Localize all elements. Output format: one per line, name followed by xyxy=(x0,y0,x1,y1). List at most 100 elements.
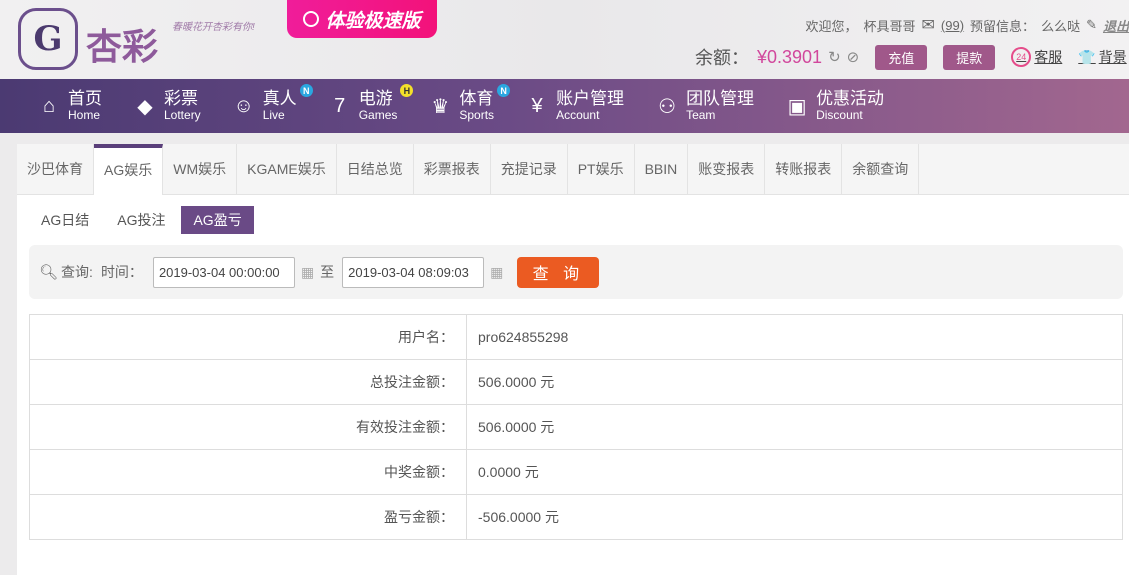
tab-item[interactable]: 沙巴体育 xyxy=(17,144,94,194)
nav-badge: H xyxy=(400,84,414,97)
search-icon: 🔍︎ xyxy=(39,264,59,281)
trophy-icon: ♛ xyxy=(431,95,450,118)
tab-item[interactable]: AG娱乐 xyxy=(94,144,164,195)
nav-item-sports[interactable]: ♛ 体育 Sports N xyxy=(427,79,511,133)
subtab-item[interactable]: AG盈亏 xyxy=(181,206,254,234)
balance-row: 余额： ¥0.3901 ↻ ⊘ 充值 提款 24 客服 👕 背景 xyxy=(695,44,1127,70)
tab-item[interactable]: 余额查询 xyxy=(842,144,920,194)
row-value: 0.0000 元 xyxy=(466,449,1123,495)
time-label: 时间： xyxy=(100,264,143,280)
row-label: 有效投注金额： xyxy=(29,404,467,450)
subtab-item[interactable]: AG投注 xyxy=(105,206,177,234)
tab-item[interactable]: BBIN xyxy=(635,144,689,194)
calendar-icon[interactable]: ▦ xyxy=(301,264,314,281)
row-label: 中奖金额： xyxy=(29,449,467,495)
to-label: 至 xyxy=(320,264,335,280)
background-link[interactable]: 👕 背景 xyxy=(1078,47,1126,67)
gift-icon: ▣ xyxy=(787,95,807,118)
tab-item[interactable]: WM娱乐 xyxy=(163,144,238,194)
row-label: 盈亏金额： xyxy=(29,494,467,540)
query-bar: 🔍︎ 查询: 时间： ▦ 至 ▦ 查 询 xyxy=(29,245,1123,299)
table-row: 盈亏金额： -506.0000 元 xyxy=(29,494,1123,540)
speed-label: 体验极速版 xyxy=(325,10,421,32)
balance-value: ¥0.3901 xyxy=(757,46,823,67)
recharge-button[interactable]: 充值 xyxy=(875,44,928,70)
mail-icon[interactable]: ✉ xyxy=(922,15,935,35)
user-info: 欢迎您， 杯具哥哥 ✉ (99) 预留信息： 么么哒 ✎ 退出 xyxy=(805,15,1129,35)
nav-sublabel: Lottery xyxy=(164,108,201,122)
nav-label: 体育 xyxy=(459,89,494,108)
table-row: 有效投注金额： 506.0000 元 xyxy=(29,404,1123,450)
tab-item[interactable]: 日结总览 xyxy=(337,144,414,194)
hide-eye-icon[interactable]: ⊘ xyxy=(847,48,860,66)
rocket-icon xyxy=(303,11,320,27)
tab-item[interactable]: 彩票报表 xyxy=(414,144,491,194)
speed-version-button[interactable]: 体验极速版 xyxy=(287,0,437,38)
ticket-icon: ◆ xyxy=(137,95,153,118)
nav-sublabel: Home xyxy=(68,108,101,122)
headset-icon: 24 xyxy=(1011,47,1032,67)
nav-sublabel: Sports xyxy=(459,108,495,122)
edit-icon[interactable]: ✎ xyxy=(1086,17,1097,33)
row-value: 506.0000 元 xyxy=(466,359,1123,405)
reserved-value: 么么哒 xyxy=(1041,18,1081,34)
nav-item-live[interactable]: ☺ 真人 Live N xyxy=(231,79,313,133)
team-icon: ⚇ xyxy=(658,95,677,118)
main-nav: ⌂ 首页 Home ◆ 彩票 Lottery ☺ 真人 Live N 7 电游 Games H ♛ 体育 Spo… xyxy=(0,79,1129,133)
nav-label: 真人 xyxy=(262,89,297,108)
nav-label: 彩票 xyxy=(164,89,198,108)
nav-sublabel: Team xyxy=(686,108,716,122)
tab-item[interactable]: 转账报表 xyxy=(765,144,843,194)
nav-sublabel: Games xyxy=(358,108,398,122)
tab-item[interactable]: 账变报表 xyxy=(688,144,766,194)
service-link[interactable]: 24 客服 xyxy=(1011,47,1062,67)
row-value: 506.0000 元 xyxy=(466,404,1123,450)
nav-label: 优惠活动 xyxy=(816,89,885,108)
nav-sublabel: Account xyxy=(556,108,600,122)
background-label: 背景 xyxy=(1098,49,1127,65)
row-label: 总投注金额： xyxy=(29,359,467,405)
header: G 杏彩 春暖花开杏彩有你! 体验极速版 欢迎您， 杯具哥哥 ✉ (99) 预留… xyxy=(0,0,1129,79)
nav-label: 首页 xyxy=(68,89,102,108)
nav-item-lottery[interactable]: ◆ 彩票 Lottery xyxy=(132,79,201,133)
welcome-text: 欢迎您， xyxy=(805,18,858,34)
shirt-icon: 👕 xyxy=(1078,48,1096,65)
report-tabs: 沙巴体育 AG娱乐 WM娱乐 KGAME娱乐 日结总览 彩票报表 充提记录 PT娱乐 BBIN 账… xyxy=(17,144,1129,195)
yen-icon: ¥ xyxy=(531,94,543,117)
logo-text: 杏彩 xyxy=(86,26,159,68)
table-row: 用户名： pro624855298 xyxy=(29,314,1123,360)
tab-item[interactable]: 充提记录 xyxy=(491,144,568,194)
subtab-item[interactable]: AG日结 xyxy=(29,206,101,234)
start-time-input[interactable] xyxy=(152,256,295,288)
tab-item[interactable]: PT娱乐 xyxy=(568,144,635,194)
nav-item-discount[interactable]: ▣ 优惠活动 Discount xyxy=(784,79,884,133)
tab-item[interactable]: KGAME娱乐 xyxy=(237,144,337,194)
query-button[interactable]: 查 询 xyxy=(517,256,600,288)
content-panel: 沙巴体育 AG娱乐 WM娱乐 KGAME娱乐 日结总览 彩票报表 充提记录 PT娱乐 BBIN 账… xyxy=(17,144,1129,575)
nav-sublabel: Discount xyxy=(816,108,863,122)
logo[interactable]: G xyxy=(18,8,78,70)
nav-label: 电游 xyxy=(358,89,393,108)
withdraw-button[interactable]: 提款 xyxy=(943,44,996,70)
query-label: 查询: xyxy=(61,264,93,280)
seven-icon: 7 xyxy=(334,94,346,117)
nav-label: 账户管理 xyxy=(556,89,625,108)
sub-tabs: AG日结 AG投注 AG盈亏 xyxy=(17,195,1129,234)
nav-label: 团队管理 xyxy=(686,89,755,108)
nav-item-account[interactable]: ¥ 账户管理 Account xyxy=(524,79,625,133)
table-row: 总投注金额： 506.0000 元 xyxy=(29,359,1123,405)
nav-sublabel: Live xyxy=(262,108,285,122)
end-time-input[interactable] xyxy=(342,256,485,288)
home-icon: ⌂ xyxy=(42,94,56,117)
service-label: 客服 xyxy=(1034,49,1063,65)
nav-item-team[interactable]: ⚇ 团队管理 Team xyxy=(654,79,754,133)
nav-item-home[interactable]: ⌂ 首页 Home xyxy=(36,79,102,133)
refresh-icon[interactable]: ↻ xyxy=(828,48,841,66)
calendar-icon[interactable]: ▦ xyxy=(490,264,503,281)
message-count-link[interactable]: (99) xyxy=(941,18,964,33)
balance-label: 余额： xyxy=(695,48,749,68)
nav-item-games[interactable]: 7 电游 Games H xyxy=(327,79,414,133)
logout-link[interactable]: 退出 xyxy=(1103,16,1129,35)
reserved-label: 预留信息： xyxy=(970,18,1036,34)
table-row: 中奖金额： 0.0000 元 xyxy=(29,449,1123,495)
